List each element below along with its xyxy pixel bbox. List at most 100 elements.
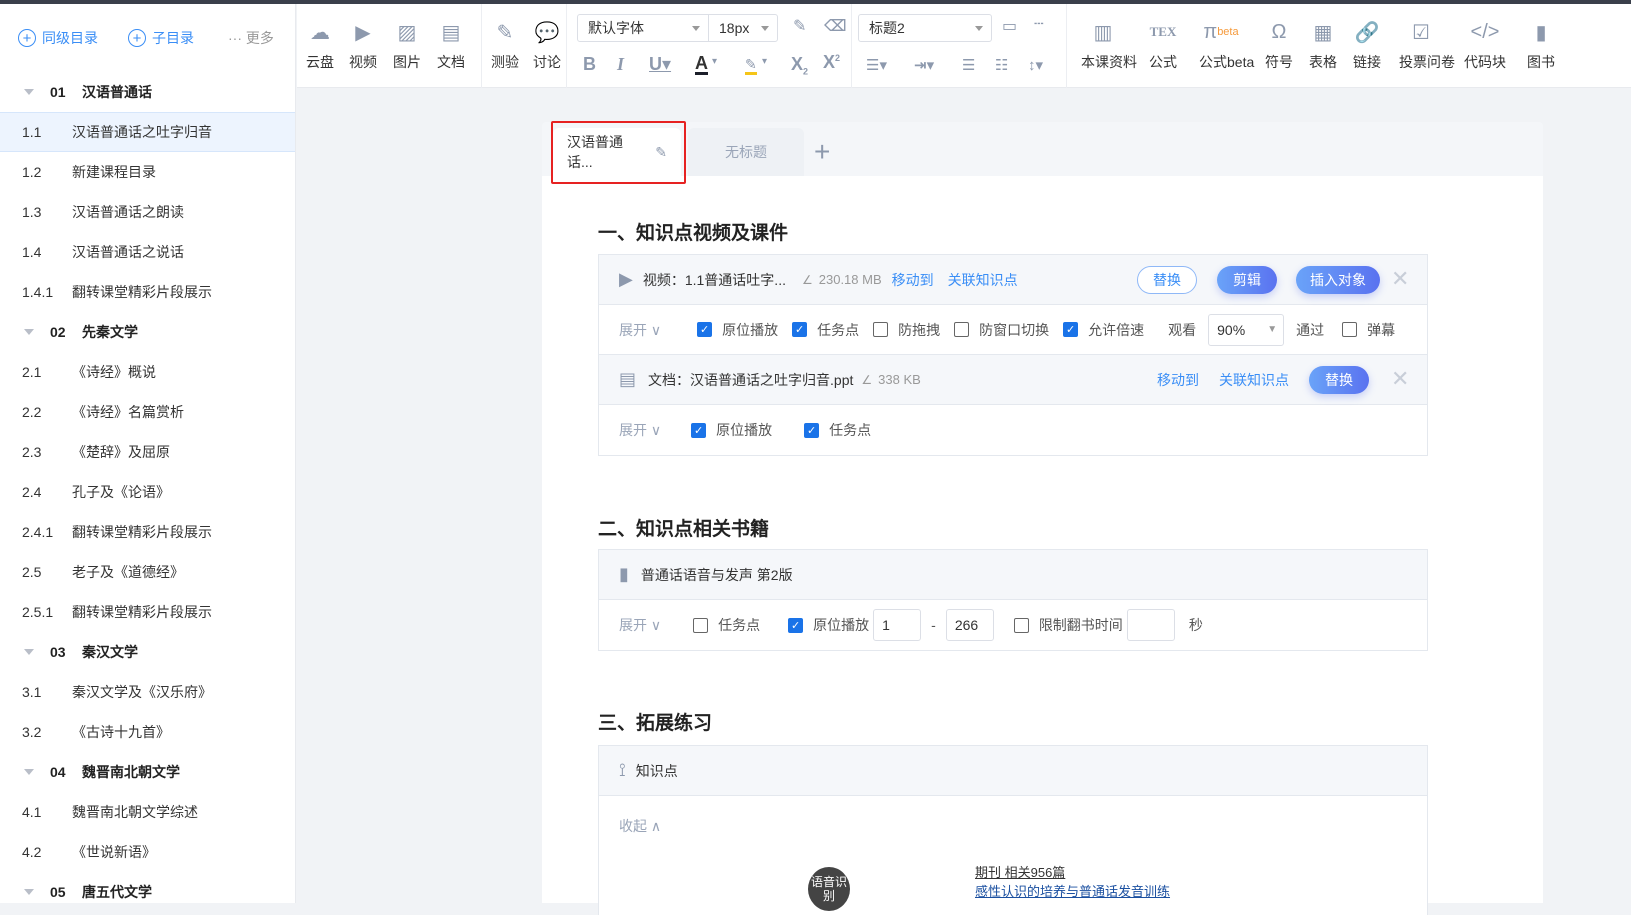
expand-toggle[interactable]: 展开 ∨ bbox=[619, 320, 661, 340]
outline-item[interactable]: 1.4.1 翻转课堂精彩片段展示 bbox=[0, 272, 295, 312]
seconds-input[interactable] bbox=[1126, 609, 1175, 641]
collapse-triangle-icon[interactable] bbox=[24, 329, 34, 335]
subscript-icon[interactable]: X2 bbox=[791, 54, 808, 77]
task-point-checkbox[interactable]: 任务点 bbox=[693, 615, 760, 635]
align-left-icon[interactable]: ☰▾ bbox=[866, 56, 887, 74]
outline-item[interactable]: 1.4 汉语普通话之说话 bbox=[0, 232, 295, 272]
outline-item[interactable]: 3.2 《古诗十九首》 bbox=[0, 712, 295, 752]
insert-object-button[interactable]: 插入对象 bbox=[1296, 266, 1380, 294]
rename-icon[interactable]: ∠ bbox=[802, 273, 813, 287]
knowledge-node[interactable]: 语音识别 bbox=[808, 867, 850, 911]
toolbar-image-button[interactable]: ▨ 图片 bbox=[385, 18, 429, 72]
toolbar-tex-button[interactable]: TEX 公式 bbox=[1141, 18, 1185, 72]
toolbar-book-open-button[interactable]: ▥ 本课资料 bbox=[1081, 18, 1137, 72]
outline-item[interactable]: 4.2 《世说新语》 bbox=[0, 832, 295, 872]
page-from-input[interactable]: 1 bbox=[873, 609, 922, 641]
toolbar-omega-button[interactable]: Ω 符号 bbox=[1257, 18, 1301, 72]
outline-item[interactable]: 2.5.1 翻转课堂精彩片段展示 bbox=[0, 592, 295, 632]
toolbar-link-button[interactable]: 🔗 链接 bbox=[1345, 18, 1389, 72]
toolbar-table-button[interactable]: ▦ 表格 bbox=[1301, 18, 1345, 72]
font-color-icon[interactable]: A bbox=[695, 54, 708, 75]
option-checkbox[interactable]: 防窗口切换 bbox=[954, 320, 1049, 340]
toolbar-document-button[interactable]: ▤ 文档 bbox=[429, 18, 473, 72]
inplace-play-checkbox[interactable]: ✓ 原位播放 bbox=[788, 615, 869, 635]
tab-untitled[interactable]: 无标题 bbox=[688, 128, 804, 176]
eraser-icon[interactable]: ⌫ bbox=[824, 16, 847, 36]
outline-item[interactable]: 2.2 《诗经》名篇赏析 bbox=[0, 392, 295, 432]
article-link[interactable]: 感性认识的培养与普通话发音训练 bbox=[975, 881, 1170, 900]
outline-item[interactable]: 1.2 新建课程目录 bbox=[0, 152, 295, 192]
clip-button[interactable]: 剪辑 bbox=[1217, 266, 1277, 294]
tab-current-page[interactable]: 汉语普通话... ✎ bbox=[553, 128, 681, 176]
outline-item[interactable]: 2.4 孔子及《论语》 bbox=[0, 472, 295, 512]
collapse-triangle-icon[interactable] bbox=[24, 889, 34, 895]
option-checkbox[interactable]: ✓ 原位播放 bbox=[691, 420, 772, 440]
paragraph-spacing-icon[interactable]: ▭ bbox=[1002, 16, 1017, 36]
expand-toggle[interactable]: 展开 ∨ bbox=[619, 615, 661, 635]
toolbar-discussion-button[interactable]: 💬 讨论 bbox=[525, 18, 569, 72]
link-knowledge-link[interactable]: 关联知识点 bbox=[1219, 370, 1289, 390]
replace-button[interactable]: 替换 bbox=[1309, 366, 1369, 394]
underline-icon[interactable]: U▾ bbox=[649, 54, 671, 75]
bold-icon[interactable]: B bbox=[583, 54, 596, 75]
add-tab-icon[interactable]: + bbox=[814, 136, 830, 168]
chevron-down-icon[interactable]: ▾ bbox=[712, 56, 717, 67]
chevron-down-icon[interactable]: ▾ bbox=[762, 56, 767, 67]
rename-icon[interactable]: ∠ bbox=[861, 373, 872, 387]
outline-item[interactable]: 2.5 老子及《道德经》 bbox=[0, 552, 295, 592]
add-child-button[interactable]: + 子目录 bbox=[128, 28, 194, 48]
collapse-triangle-icon[interactable] bbox=[24, 89, 34, 95]
outline-chapter[interactable]: 04 魏晋南北朝文学 bbox=[0, 752, 295, 792]
close-icon[interactable]: ✕ bbox=[1391, 366, 1409, 392]
italic-icon[interactable]: I bbox=[617, 54, 624, 75]
font-size-select[interactable]: 18px bbox=[708, 14, 778, 42]
limit-time-checkbox[interactable]: 限制翻书时间 bbox=[1013, 615, 1123, 635]
toolbar-vote-button[interactable]: ☑ 投票问卷 bbox=[1399, 18, 1455, 72]
add-sibling-button[interactable]: + 同级目录 bbox=[18, 28, 98, 48]
watch-percent-select[interactable]: 90% ▼ bbox=[1208, 313, 1285, 346]
move-to-link[interactable]: 移动到 bbox=[892, 270, 934, 290]
toolbar-book-button[interactable]: ▮ 图书 bbox=[1519, 18, 1563, 72]
outline-chapter[interactable]: 02 先秦文学 bbox=[0, 312, 295, 352]
link-knowledge-link[interactable]: 关联知识点 bbox=[948, 270, 1018, 290]
outline-item[interactable]: 4.1 魏晋南北朝文学综述 bbox=[0, 792, 295, 832]
outline-chapter[interactable]: 01 汉语普通话 bbox=[0, 72, 295, 112]
toolbar-pi-button[interactable]: π beta 公式beta bbox=[1199, 18, 1254, 72]
indent-icon[interactable]: ⇥▾ bbox=[914, 56, 934, 74]
replace-button[interactable]: 替换 bbox=[1137, 266, 1197, 294]
outline-item[interactable]: 2.1 《诗经》概说 bbox=[0, 352, 295, 392]
highlight-icon[interactable]: ✎ bbox=[745, 56, 757, 75]
close-icon[interactable]: ✕ bbox=[1391, 266, 1409, 292]
page-to-input[interactable]: 266 bbox=[945, 609, 994, 641]
collapse-toggle[interactable]: 收起 ∧ bbox=[599, 796, 1427, 856]
toolbar-code-button[interactable]: </> 代码块 bbox=[1463, 18, 1507, 72]
numbered-list-icon[interactable]: ☷ bbox=[995, 56, 1008, 74]
option-checkbox[interactable]: ✓ 任务点 bbox=[792, 320, 859, 340]
toolbar-video-button[interactable]: ▶ 视频 bbox=[341, 18, 385, 72]
option-checkbox[interactable]: ✓ 任务点 bbox=[804, 420, 871, 440]
line-height-icon[interactable]: ↕▾ bbox=[1028, 56, 1043, 74]
move-to-link[interactable]: 移动到 bbox=[1157, 370, 1199, 390]
outline-item[interactable]: 1.3 汉语普通话之朗读 bbox=[0, 192, 295, 232]
more-button[interactable]: ··· 更多 bbox=[228, 28, 274, 48]
expand-toggle[interactable]: 展开 ∨ bbox=[619, 420, 661, 440]
outline-item[interactable]: 2.3 《楚辞》及屈原 bbox=[0, 432, 295, 472]
toolbar-quiz-button[interactable]: ✎ 测验 bbox=[483, 18, 527, 72]
option-checkbox[interactable]: 防拖拽 bbox=[873, 320, 940, 340]
outline-item[interactable]: 3.1 秦汉文学及《汉乐府》 bbox=[0, 672, 295, 712]
option-checkbox[interactable]: ✓ 原位播放 bbox=[697, 320, 778, 340]
pencil-icon[interactable]: ✎ bbox=[655, 144, 667, 161]
collapse-triangle-icon[interactable] bbox=[24, 769, 34, 775]
superscript-icon[interactable]: X2 bbox=[823, 52, 840, 73]
format-painter-icon[interactable]: ✎ bbox=[793, 16, 806, 36]
danmu-checkbox[interactable]: 弹幕 bbox=[1342, 320, 1395, 340]
outline-chapter[interactable]: 05 唐五代文学 bbox=[0, 872, 295, 912]
font-family-select[interactable]: 默认字体 bbox=[577, 14, 709, 42]
toolbar-cloud-button[interactable]: ☁ 云盘 bbox=[298, 18, 342, 72]
option-checkbox[interactable]: ✓ 允许倍速 bbox=[1063, 320, 1144, 340]
divider-icon[interactable]: ┄ bbox=[1034, 14, 1044, 34]
journal-count-link[interactable]: 期刊 相关956篇 bbox=[975, 862, 1065, 881]
outline-item[interactable]: 1.1 汉语普通话之吐字归音 bbox=[0, 112, 295, 152]
collapse-triangle-icon[interactable] bbox=[24, 649, 34, 655]
outline-chapter[interactable]: 03 秦汉文学 bbox=[0, 632, 295, 672]
